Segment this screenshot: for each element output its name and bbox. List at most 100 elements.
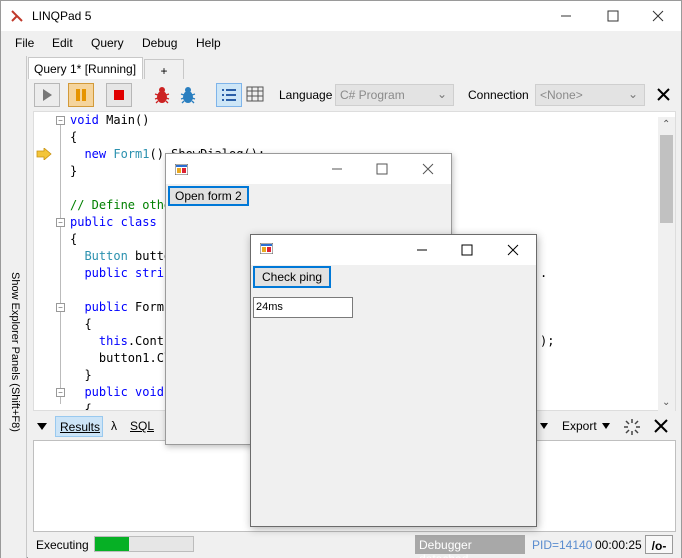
check-ping-button[interactable]: Check ping <box>253 266 332 288</box>
tab-results-label: Results <box>60 420 101 434</box>
code-line-17: public void <box>84 385 164 399</box>
chevron-down-icon <box>602 423 610 429</box>
debugger-status-text: Debugger detached <box>419 538 472 558</box>
tab-sql[interactable]: SQL <box>130 419 154 433</box>
ping-result-textbox[interactable]: 24ms <box>253 297 353 318</box>
scroll-up-icon[interactable]: ⌃ <box>662 119 670 130</box>
form2-close-button[interactable] <box>490 235 536 265</box>
tab-query-1-label: Query 1* [Running] <box>34 62 137 76</box>
close-icon <box>507 244 519 256</box>
menu-file[interactable]: File <box>15 36 34 50</box>
title-bar: LINQPad 5 <box>1 1 681 31</box>
window-title: LINQPad 5 <box>32 9 92 23</box>
fold-toggle[interactable]: − <box>56 116 65 125</box>
fold-toggle[interactable]: − <box>56 388 65 397</box>
pause-button[interactable] <box>68 83 94 107</box>
language-value: C# Program <box>340 88 405 102</box>
close-button[interactable] <box>635 1 681 31</box>
code-line-4: } <box>70 164 78 178</box>
chevron-down-icon[interactable] <box>540 423 548 430</box>
blue-bug-icon <box>180 87 196 104</box>
red-bug-icon <box>154 87 170 104</box>
elapsed-time: 00:00:25 <box>595 538 642 552</box>
form1-minimize-button[interactable] <box>314 154 360 184</box>
code-line-13: { <box>70 317 92 331</box>
spinner-icon[interactable] <box>623 418 641 436</box>
code-fragment: ); <box>540 334 555 348</box>
code-line-15: button1.Cl <box>70 351 172 365</box>
form-app-icon <box>260 243 273 254</box>
code-line-8: { <box>70 232 78 246</box>
collapse-results-icon[interactable] <box>37 423 47 431</box>
maximize-icon <box>461 244 473 256</box>
maximize-icon <box>607 10 619 22</box>
scroll-down-icon[interactable]: ⌄ <box>662 397 670 408</box>
output-toggle-button[interactable]: /o- <box>645 535 673 554</box>
form2-window: Check ping 24ms <box>250 234 537 527</box>
new-tab-label: + <box>160 64 168 78</box>
tab-query-1[interactable]: Query 1* [Running] <box>28 57 143 79</box>
results-to-grid-button[interactable] <box>246 86 266 104</box>
run-button[interactable] <box>34 83 60 107</box>
minimize-button[interactable] <box>543 1 589 31</box>
linqpad-logo-icon <box>11 10 23 22</box>
menu-query[interactable]: Query <box>91 36 124 50</box>
code-line-9: Button butto <box>84 249 172 263</box>
scrollbar-thumb[interactable] <box>660 135 673 223</box>
close-results-icon[interactable] <box>654 419 668 433</box>
form1-title-bar <box>166 154 451 184</box>
minimize-icon <box>417 249 427 251</box>
connection-label: Connection <box>468 88 529 102</box>
explorer-panel-toggle[interactable]: Show Explorer Panels (Shift+F8) <box>1 56 27 558</box>
new-tab-button[interactable]: + <box>144 59 184 79</box>
maximize-button[interactable] <box>590 1 636 31</box>
form1-close-button[interactable] <box>405 154 451 184</box>
pid-label: PID=14140 <box>532 538 593 552</box>
tab-lambda[interactable]: λ <box>111 419 117 433</box>
minimize-icon <box>561 15 571 17</box>
form1-maximize-button[interactable] <box>359 154 405 184</box>
explorer-panel-label: Show Explorer Panels (Shift+F8) <box>9 272 21 432</box>
debug-attach-button[interactable] <box>178 85 198 105</box>
code-line-6: // Define othe <box>70 198 172 212</box>
close-query-button[interactable] <box>656 87 672 103</box>
language-select[interactable]: C# Program ⌄ <box>335 84 454 106</box>
code-line-14: this.Contr <box>98 334 172 348</box>
code-fragment: . <box>540 266 548 280</box>
list-view-icon <box>222 89 236 101</box>
code-line-16: } <box>70 368 92 382</box>
connection-value: <None> <box>540 88 583 102</box>
progress-fill <box>95 537 130 551</box>
editor-scrollbar[interactable]: ⌃ ⌄ <box>658 117 675 411</box>
code-line-10: public strin <box>84 266 172 280</box>
code-line-7: public class F <box>70 215 171 229</box>
form2-minimize-button[interactable] <box>399 235 445 265</box>
menu-debug[interactable]: Debug <box>142 36 177 50</box>
stop-button[interactable] <box>106 83 132 107</box>
toolbar: Language C# Program ⌄ Connection <None> … <box>28 80 681 110</box>
code-line-2: { <box>70 130 78 144</box>
code-line-12: public Form1 <box>84 300 172 314</box>
fold-toggle[interactable]: − <box>56 218 65 227</box>
results-to-rich-text-button[interactable] <box>216 83 242 107</box>
connection-select[interactable]: <None> ⌄ <box>535 84 645 106</box>
menu-bar: File Edit Query Debug Help <box>1 32 681 54</box>
tab-results[interactable]: Results <box>55 416 103 437</box>
export-menu[interactable]: Export <box>562 419 597 433</box>
form2-maximize-button[interactable] <box>444 235 490 265</box>
menu-edit[interactable]: Edit <box>52 36 73 50</box>
language-label: Language <box>279 88 333 102</box>
close-icon <box>652 10 664 22</box>
progress-bar <box>94 536 194 552</box>
fold-toggle[interactable]: − <box>56 303 65 312</box>
close-icon <box>657 88 670 101</box>
grid-view-icon <box>246 86 264 102</box>
pause-icon <box>76 89 86 101</box>
minimize-icon <box>332 168 342 170</box>
menu-help[interactable]: Help <box>196 36 221 50</box>
debug-break-button[interactable] <box>152 85 172 105</box>
open-form-2-button[interactable]: Open form 2 <box>168 186 249 206</box>
debugger-status-badge: Debugger detached <box>415 535 525 558</box>
fold-guide <box>60 124 61 404</box>
chevron-down-icon: ⌄ <box>627 87 638 101</box>
